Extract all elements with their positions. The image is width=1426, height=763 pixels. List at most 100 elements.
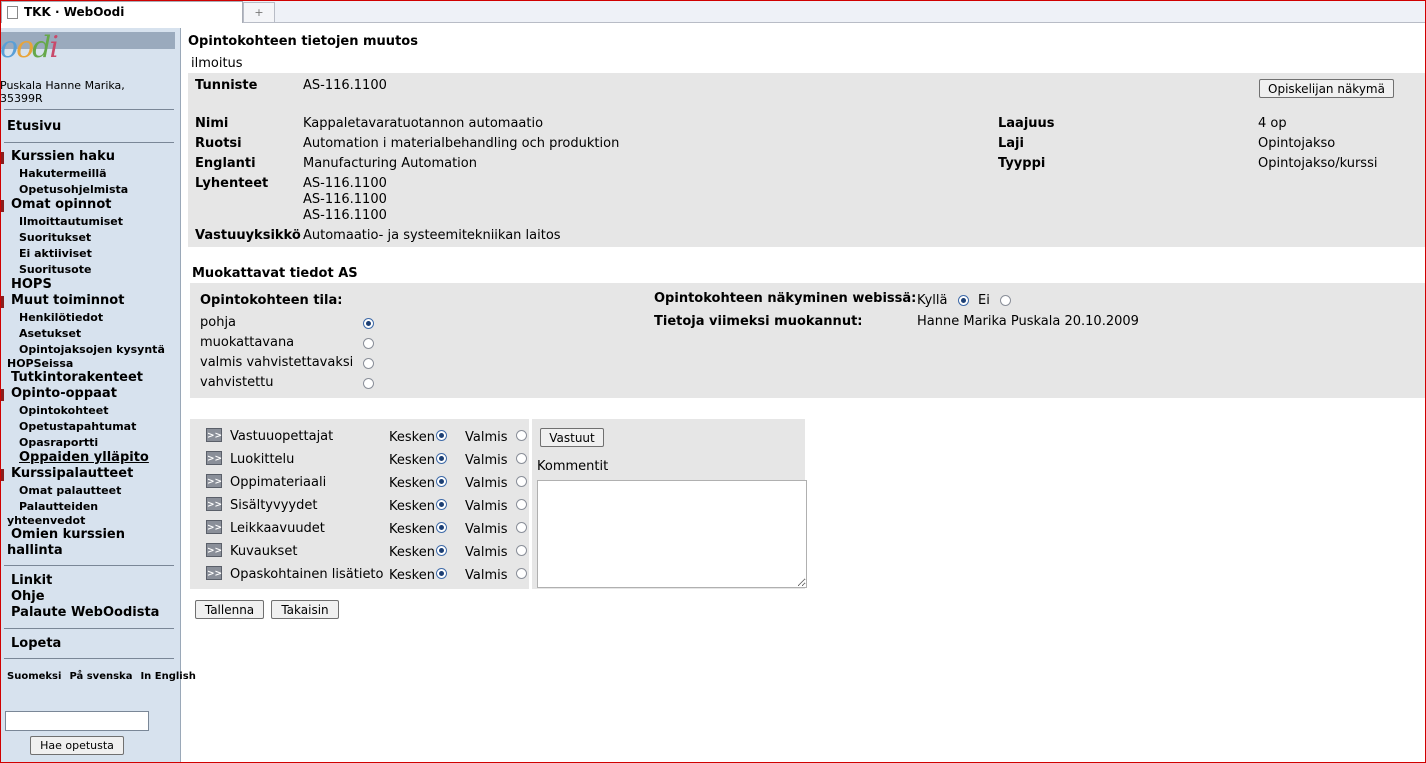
weboodi-logo[interactable]: oodi [0,30,59,65]
page-title: Opintokohteen tietojen muutos [188,34,418,49]
tila-option-label: vahvistettu [200,375,274,390]
sidebar-item-palaute[interactable]: Palaute WebOodista [11,605,159,620]
valmis-radio[interactable] [516,545,527,556]
expand-icon[interactable]: >> [206,451,222,465]
sidebar-item-hopseissa[interactable]: HOPSeissa [7,357,73,370]
expand-icon[interactable]: >> [206,428,222,442]
sidebar-item-lopeta[interactable]: Lopeta [11,636,61,651]
valmis-radio[interactable] [516,453,527,464]
sidebar-item-hallinta[interactable]: hallinta [7,543,63,558]
tila-radio-pohja[interactable] [363,318,374,329]
expand-icon[interactable]: >> [206,566,222,580]
kesken-radio[interactable] [436,499,447,510]
valmis-radio[interactable] [516,522,527,533]
tila-radio-vahvistettu[interactable] [363,378,374,389]
lang-link-sv[interactable]: På svenska [69,671,132,682]
divider [4,565,174,566]
lyhenteet-label: Lyhenteet [195,176,269,191]
expand-icon[interactable]: >> [206,543,222,557]
back-button[interactable]: Takaisin [271,600,339,619]
laji-label: Laji [998,136,1024,151]
page-subheading: ilmoitus [191,56,243,71]
search-button[interactable]: Hae opetusta [30,736,124,755]
main-content: Opintokohteen tietojen muutos ilmoitus T… [181,28,1426,763]
sidebar-item-ohje[interactable]: Ohje [11,589,45,604]
sidebar-item-ei-aktiiviset[interactable]: Ei aktiiviset [19,247,92,260]
sidebar-item-yhteenvedot[interactable]: yhteenvedot [7,514,85,527]
sidebar-item-suoritusote[interactable]: Suoritusote [19,263,91,276]
laajuus-value: 4 op [1258,116,1287,131]
valmis-radio[interactable] [516,476,527,487]
sidebar-item-hakutermeilla[interactable]: Hakutermeillä [19,167,107,180]
sidebar-item-asetukset[interactable]: Asetukset [19,327,81,340]
valmis-radio[interactable] [516,430,527,441]
sidebar-item-tutkintorakenteet[interactable]: Tutkintorakenteet [11,370,143,385]
kommentit-label: Kommentit [537,459,609,474]
sidebar-item-muut-toiminnot[interactable]: Muut toiminnot [11,293,124,308]
kesken-radio[interactable] [436,453,447,464]
valmis-radio[interactable] [516,499,527,510]
sidebar-item-opasraportti[interactable]: Opasraportti [19,436,98,449]
sidebar-item-kurssien-haku[interactable]: Kurssien haku [11,149,115,164]
user-id: 35399R [0,92,43,105]
sidebar-item-omat-palautteet[interactable]: Omat palautteet [19,484,121,497]
kesken-radio[interactable] [436,545,447,556]
sidebar-item-opinto-oppaat[interactable]: Opinto-oppaat [11,386,117,401]
section-row: >> Luokittelu Kesken Valmis [190,442,529,468]
user-name: Puskala Hanne Marika, [0,79,125,92]
section-row: >> Sisältyvyydet Kesken Valmis [190,488,529,514]
englanti-label: Englanti [195,156,256,171]
comments-textarea[interactable] [537,480,807,588]
tila-option-label: pohja [200,315,237,330]
kesken-radio[interactable] [436,476,447,487]
student-view-button[interactable]: Opiskelijan näkymä [1259,79,1394,98]
sidebar-item-omat-opinnot[interactable]: Omat opinnot [11,197,111,212]
sidebar-item-henkilotiedot[interactable]: Henkilötiedot [19,311,103,324]
expand-icon[interactable]: >> [206,497,222,511]
search-input[interactable] [5,711,149,731]
englanti-value: Manufacturing Automation [303,156,477,171]
section-marker [1,200,4,212]
muokannut-value: Hanne Marika Puskala 20.10.2009 [917,314,1139,329]
sidebar-item-opetustapahtumat[interactable]: Opetustapahtumat [19,420,136,433]
sidebar-item-etusivu[interactable]: Etusivu [7,119,61,134]
divider [4,109,174,110]
vastuuyksikko-value: Automaatio- ja systeemitekniikan laitos [303,228,561,243]
new-tab-button[interactable]: + [243,2,275,23]
sidebar-item-oppaiden-yllapito[interactable]: Oppaiden ylläpito [19,450,149,465]
expand-icon[interactable]: >> [206,520,222,534]
expand-icon[interactable]: >> [206,474,222,488]
sidebar-item-omien-kurssien-hallinta[interactable]: Omien kurssien [11,527,125,542]
tila-radio-muokattavana[interactable] [363,338,374,349]
nakyminen-radio-kylla[interactable] [958,295,969,306]
sections-panel: >> Vastuuopettajat Kesken Valmis >> Luok… [190,419,529,589]
nakyminen-label: Opintokohteen näkyminen webissä: [654,291,917,306]
sidebar-item-ilmoittautumiset[interactable]: Ilmoittautumiset [19,215,123,228]
browser-tab[interactable]: TKK · WebOodi [1,1,243,23]
vastuut-button[interactable]: Vastuut [540,428,604,447]
tyyppi-value: Opintojakso/kurssi [1258,156,1378,171]
kylla-label: Kyllä [917,293,948,308]
sidebar-item-opintokohteet[interactable]: Opintokohteet [19,404,109,417]
sidebar-item-hops[interactable]: HOPS [11,277,52,292]
tila-option-label: valmis vahvistettavaksi [200,355,354,370]
lang-link-fi[interactable]: Suomeksi [7,671,61,682]
kesken-radio[interactable] [436,430,447,441]
kesken-radio[interactable] [436,568,447,579]
nakyminen-radio-ei[interactable] [1000,295,1011,306]
nimi-label: Nimi [195,116,229,131]
valmis-radio[interactable] [516,568,527,579]
sidebar-item-opetusohjelmista[interactable]: Opetusohjelmista [19,183,128,196]
divider [4,658,174,659]
sidebar: oodi Puskala Hanne Marika, 35399R Etusiv… [0,28,196,763]
kesken-radio[interactable] [436,522,447,533]
sidebar-item-suoritukset[interactable]: Suoritukset [19,231,91,244]
sidebar-item-palautteiden-yhteenvedot[interactable]: Palautteiden [19,500,98,513]
section-marker [1,296,4,308]
save-button[interactable]: Tallenna [195,600,264,619]
sidebar-item-kurssipalautteet[interactable]: Kurssipalautteet [11,466,133,481]
page-icon [7,6,18,19]
sidebar-item-linkit[interactable]: Linkit [11,573,52,588]
sidebar-item-opintojaksojen-kysynta[interactable]: Opintojaksojen kysyntä [19,343,165,356]
tila-radio-valmis-vahvistettavaksi[interactable] [363,358,374,369]
